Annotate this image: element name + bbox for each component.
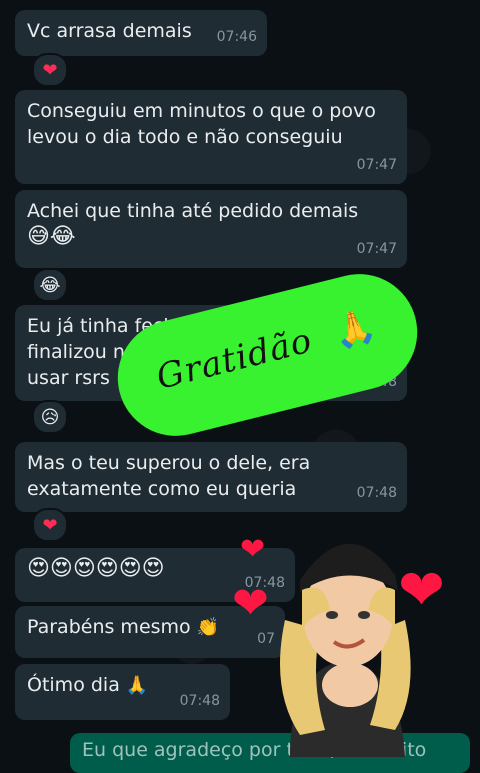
message-bubble[interactable]: Vc arrasa demais 07:46 <box>15 10 267 56</box>
floating-heart-icon: ❤ <box>398 558 445 623</box>
message-text: Conseguiu em minutos o que o povo levou … <box>27 100 376 148</box>
message-time: 07:48 <box>356 485 397 501</box>
message-bubble[interactable]: Mas o teu superou o dele, era exatamente… <box>15 442 407 512</box>
message-time: 07:47 <box>356 157 397 173</box>
message-bubble[interactable]: Achei que tinha até pedido demais 😅😂 07:… <box>15 190 407 268</box>
heart-eyes-emoji: 😍😍😍😍😍😍 <box>27 556 165 581</box>
heart-reaction[interactable]: ❤ <box>32 53 68 87</box>
floating-heart-icon: ❤ <box>240 532 266 567</box>
message-bubble[interactable]: Ótimo dia 🙏 07:48 <box>15 664 230 720</box>
message-text: Achei que tinha até pedido demais <box>27 200 359 222</box>
laughing-emoji: 😅😂 <box>27 224 76 249</box>
praying-emoji: 🙏 <box>125 675 149 696</box>
heart-reaction[interactable]: ❤ <box>32 508 68 542</box>
message-bubble[interactable]: Conseguiu em minutos o que o povo levou … <box>15 90 407 184</box>
message-time: 07:48 <box>179 693 220 709</box>
message-text: Ótimo dia <box>27 674 120 696</box>
laugh-reaction[interactable]: 😂 <box>32 268 68 302</box>
message-time: 07:46 <box>216 29 257 45</box>
message-text: Vc arrasa demais <box>27 20 192 42</box>
message-text: Parabéns mesmo <box>27 616 191 638</box>
message-time: 07:47 <box>356 241 397 257</box>
sad-reaction[interactable]: 😥 <box>32 400 68 434</box>
floating-heart-icon: ❤ <box>232 578 269 629</box>
message-text: Mas o teu superou o dele, era exatamente… <box>27 452 311 500</box>
clapping-emoji: 👏 <box>196 617 220 638</box>
